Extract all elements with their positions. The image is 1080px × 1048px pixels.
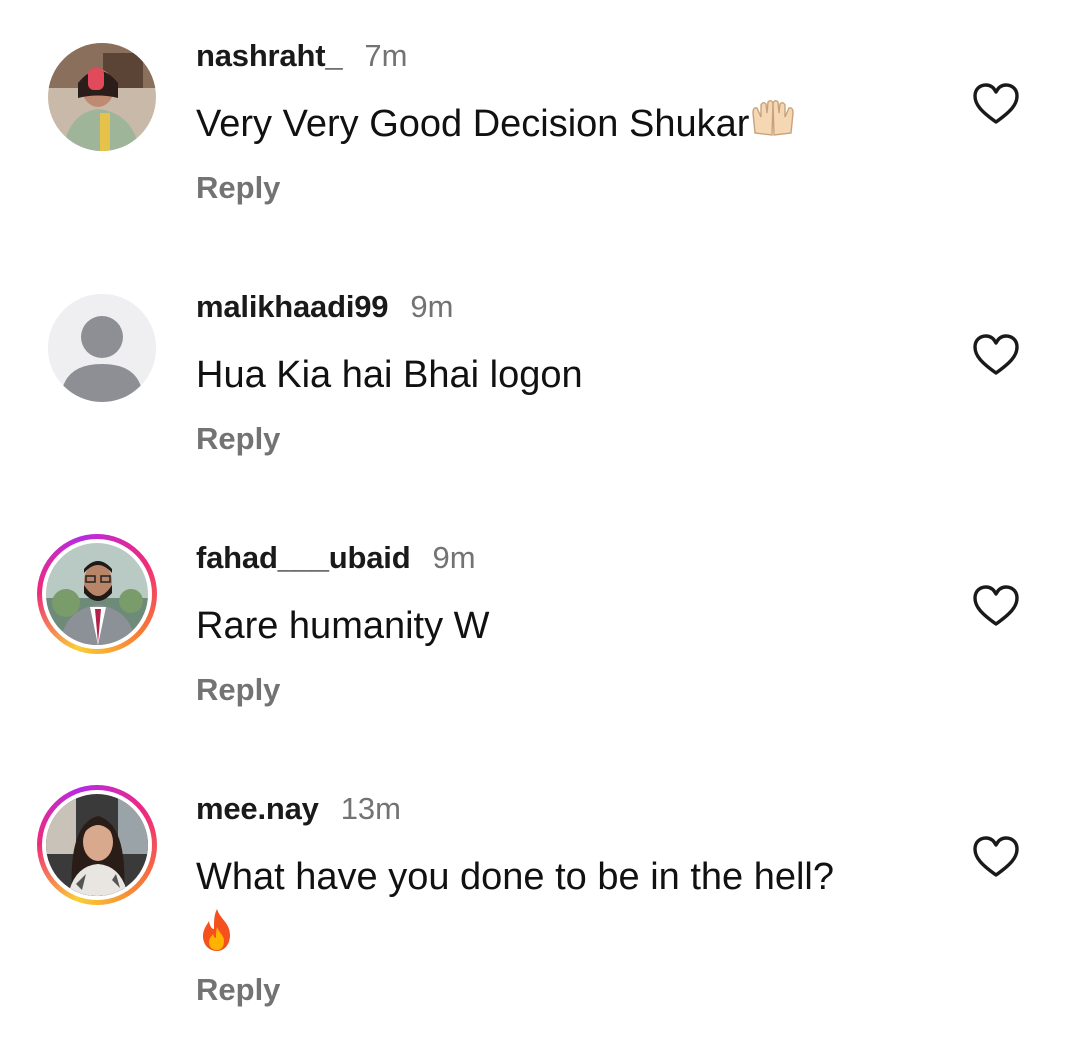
avatar-photo	[46, 794, 148, 896]
comment-username[interactable]: nashraht_	[196, 38, 343, 74]
comment-text-container: What have you done to be in the hell?	[196, 851, 916, 959]
reply-button[interactable]: Reply	[196, 170, 280, 206]
comment-text-container: Very Very Good Decision Shukar	[196, 98, 916, 153]
reply-button[interactable]: Reply	[196, 421, 280, 457]
comment-username[interactable]: malikhaadi99	[196, 289, 389, 325]
reply-button[interactable]: Reply	[196, 672, 280, 708]
avatar-photo	[46, 543, 148, 645]
avatar[interactable]	[37, 283, 157, 403]
comment-timestamp: 9m	[410, 289, 454, 324]
avatar-story-ring[interactable]	[37, 785, 157, 905]
like-heart-icon[interactable]	[972, 82, 1020, 126]
reply-button[interactable]: Reply	[196, 972, 280, 1008]
comment-timestamp: 9m	[432, 540, 476, 575]
comment-text: What have you done to be in the hell?	[196, 856, 835, 898]
comment-text: Rare humanity W	[196, 605, 490, 647]
comment-timestamp: 13m	[340, 791, 401, 826]
like-heart-icon[interactable]	[972, 835, 1020, 879]
comment-username[interactable]: fahad___ubaid	[196, 540, 411, 576]
comment-text: Very Very Good Decision Shukar	[196, 103, 750, 145]
like-heart-icon[interactable]	[972, 333, 1020, 377]
avatar-photo	[48, 43, 156, 151]
avatar[interactable]	[37, 32, 157, 152]
comment-text: Hua Kia hai Bhai logon	[196, 354, 583, 396]
avatar-story-ring[interactable]	[37, 534, 157, 654]
like-heart-icon[interactable]	[972, 584, 1020, 628]
default-user-icon	[48, 294, 156, 402]
palms-up-together-icon	[749, 99, 797, 153]
fire-icon	[196, 907, 916, 959]
comment-username[interactable]: mee.nay	[196, 791, 319, 827]
comment-timestamp: 7m	[364, 38, 408, 73]
